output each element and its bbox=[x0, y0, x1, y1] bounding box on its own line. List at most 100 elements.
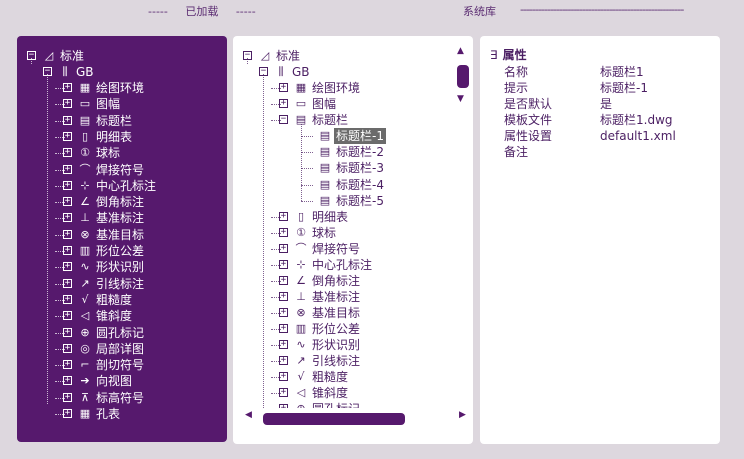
library-tree-item[interactable]: + √ 粗糙度 bbox=[233, 369, 455, 385]
horizontal-scroll-thumb[interactable] bbox=[263, 413, 405, 425]
expand-toggle-icon[interactable]: + bbox=[63, 99, 72, 109]
expand-toggle-icon[interactable]: + bbox=[279, 228, 288, 237]
library-tree-item[interactable]: + ▭ 图幅 bbox=[233, 96, 455, 112]
scroll-up-icon[interactable]: ▲ bbox=[457, 46, 464, 56]
expand-toggle-icon[interactable]: + bbox=[279, 244, 288, 253]
expand-toggle-icon[interactable]: + bbox=[63, 213, 72, 223]
expand-toggle-icon[interactable]: + bbox=[279, 308, 288, 317]
expand-toggle-icon[interactable]: + bbox=[63, 197, 72, 207]
library-tree-root[interactable]: − ◿ 标准 bbox=[233, 48, 455, 64]
property-row[interactable]: 提示 标题栏-1 bbox=[504, 80, 714, 96]
library-tree-child[interactable]: ▤ 标题栏-5 bbox=[233, 193, 455, 209]
expand-toggle-icon[interactable]: + bbox=[279, 276, 288, 285]
property-row[interactable]: 模板文件 标题栏1.dwg bbox=[504, 112, 714, 128]
property-row[interactable]: 名称 标题栏1 bbox=[504, 64, 714, 80]
loaded-tree-gb[interactable]: − ⫼ GB bbox=[17, 64, 227, 80]
loaded-tree-item[interactable]: + ▤ 标题栏 bbox=[17, 113, 227, 129]
loaded-tree-item[interactable]: + ∿ 形状识别 bbox=[17, 259, 227, 275]
collapse-icon[interactable]: ∃ bbox=[490, 48, 498, 62]
expand-toggle-icon[interactable]: + bbox=[279, 324, 288, 333]
expand-toggle-icon[interactable]: + bbox=[279, 83, 288, 92]
property-value[interactable]: 标题栏-1 bbox=[600, 80, 648, 96]
expand-toggle-icon[interactable]: + bbox=[279, 99, 288, 108]
properties-header[interactable]: ∃ 属性 bbox=[490, 46, 527, 63]
library-tree-item[interactable]: + ▥ 形位公差 bbox=[233, 321, 455, 337]
property-row[interactable]: 备注 bbox=[504, 144, 714, 160]
property-row[interactable]: 属性设置 default1.xml bbox=[504, 128, 714, 144]
expand-toggle-icon[interactable]: + bbox=[63, 246, 72, 255]
library-tree-child[interactable]: ▤ 标题栏-4 bbox=[233, 177, 455, 193]
library-tree-item[interactable]: + ① 球标 bbox=[233, 225, 455, 241]
expand-toggle-icon[interactable]: + bbox=[279, 372, 288, 381]
expand-toggle-icon[interactable]: + bbox=[279, 356, 288, 365]
library-tree-item[interactable]: + ⊥ 基准标注 bbox=[233, 289, 455, 305]
library-tree-item[interactable]: + ⊕圆孔标记 bbox=[233, 401, 455, 408]
library-tree-item[interactable]: + ∠ 倒角标注 bbox=[233, 273, 455, 289]
property-value[interactable]: default1.xml bbox=[600, 128, 676, 144]
loaded-tree-item[interactable]: + ▭ 图幅 bbox=[17, 96, 227, 112]
loaded-tree-item[interactable]: + ⊹ 中心孔标注 bbox=[17, 178, 227, 194]
expand-toggle-icon[interactable]: + bbox=[63, 409, 72, 418]
library-tree-child[interactable]: ▤ 标题栏-3 bbox=[233, 160, 455, 176]
loaded-tree-item[interactable]: + ▦ 孔表 bbox=[17, 406, 227, 422]
loaded-tree-item[interactable]: + ↗ 引线标注 bbox=[17, 276, 227, 292]
expand-toggle-icon[interactable]: + bbox=[63, 278, 72, 288]
library-tree-item[interactable]: + ◁ 锥斜度 bbox=[233, 385, 455, 401]
expand-toggle-icon[interactable]: + bbox=[63, 164, 72, 174]
loaded-tree-item[interactable]: + ∠ 倒角标注 bbox=[17, 194, 227, 210]
loaded-tree-item[interactable]: + ① 球标 bbox=[17, 145, 227, 161]
expand-toggle-icon[interactable]: + bbox=[63, 180, 72, 190]
loaded-tree-root[interactable]: − ◿ 标准 bbox=[17, 48, 227, 64]
library-tree-child[interactable]: ▤ 标题栏-1 bbox=[233, 127, 455, 145]
loaded-tree-item[interactable]: + ⊗ 基准目标 bbox=[17, 227, 227, 243]
vertical-scroll-thumb[interactable] bbox=[457, 65, 469, 88]
library-tree-gb[interactable]: − ⫼ GB bbox=[233, 64, 455, 80]
loaded-tree-item[interactable]: + ⌐ 剖切符号 bbox=[17, 357, 227, 373]
scroll-left-icon[interactable]: ◀ bbox=[245, 410, 252, 420]
library-tree-item[interactable]: + ▯ 明细表 bbox=[233, 209, 455, 225]
expand-toggle-icon[interactable]: + bbox=[63, 262, 72, 272]
expand-toggle-icon[interactable]: + bbox=[63, 83, 72, 92]
scroll-right-icon[interactable]: ▶ bbox=[459, 410, 466, 420]
expand-toggle-icon[interactable]: + bbox=[279, 260, 288, 269]
expand-toggle-icon[interactable]: + bbox=[279, 404, 288, 408]
expand-toggle-icon[interactable]: + bbox=[63, 376, 72, 386]
expand-toggle-icon[interactable]: + bbox=[63, 343, 72, 353]
loaded-tree-item[interactable]: + ⊥ 基准标注 bbox=[17, 210, 227, 226]
loaded-tree-item[interactable]: + √ 粗糙度 bbox=[17, 292, 227, 308]
scroll-down-icon[interactable]: ▼ bbox=[457, 94, 464, 104]
loaded-tree-item[interactable]: + ◎ 局部详图 bbox=[17, 341, 227, 357]
expand-toggle-icon[interactable]: + bbox=[63, 148, 72, 158]
loaded-tree-item[interactable]: + ⌒ 焊接符号 bbox=[17, 162, 227, 178]
loaded-tree-item[interactable]: + ▦ 绘图环境 bbox=[17, 80, 227, 96]
expand-toggle-icon[interactable]: + bbox=[63, 131, 72, 141]
library-tree-item[interactable]: + ⌒ 焊接符号 bbox=[233, 241, 455, 257]
property-value[interactable]: 标题栏1 bbox=[600, 64, 644, 80]
loaded-tree-item[interactable]: + ▯ 明细表 bbox=[17, 129, 227, 145]
expand-toggle-icon[interactable]: + bbox=[63, 360, 72, 370]
expand-toggle-icon[interactable]: + bbox=[63, 229, 72, 239]
property-row[interactable]: 是否默认 是 bbox=[504, 96, 714, 112]
loaded-tree-item[interactable]: + ⊕ 圆孔标记 bbox=[17, 325, 227, 341]
expand-toggle-icon[interactable]: + bbox=[63, 115, 72, 125]
library-tree-child[interactable]: ▤ 标题栏-2 bbox=[233, 144, 455, 160]
expand-toggle-icon[interactable]: + bbox=[63, 327, 72, 337]
vertical-scrollbar[interactable]: ▲ ▼ bbox=[455, 46, 471, 104]
library-tree-item[interactable]: + ⊹ 中心孔标注 bbox=[233, 257, 455, 273]
loaded-tree-item[interactable]: + ⊼ 标高符号 bbox=[17, 390, 227, 406]
loaded-tree-item[interactable]: + ◁ 锥斜度 bbox=[17, 308, 227, 324]
expand-toggle-icon[interactable]: + bbox=[279, 388, 288, 397]
horizontal-scrollbar[interactable]: ◀ ▶ bbox=[241, 410, 469, 426]
expand-toggle-icon[interactable]: + bbox=[63, 311, 72, 321]
expand-toggle-icon[interactable]: + bbox=[279, 212, 288, 221]
library-tree-item[interactable]: + ⊗ 基准目标 bbox=[233, 305, 455, 321]
library-tree-item[interactable]: + ∿ 形状识别 bbox=[233, 337, 455, 353]
library-tree-item[interactable]: + ▦ 绘图环境 bbox=[233, 80, 455, 96]
library-tree-item[interactable]: − ▤ 标题栏 bbox=[233, 112, 455, 128]
loaded-tree-item[interactable]: + ▥ 形位公差 bbox=[17, 243, 227, 259]
expand-toggle-icon[interactable]: + bbox=[279, 340, 288, 349]
expand-toggle-icon[interactable]: + bbox=[279, 292, 288, 301]
expand-toggle-icon[interactable]: + bbox=[63, 392, 72, 402]
library-tree-item[interactable]: + ↗ 引线标注 bbox=[233, 353, 455, 369]
expand-toggle-icon[interactable]: − bbox=[279, 115, 288, 124]
